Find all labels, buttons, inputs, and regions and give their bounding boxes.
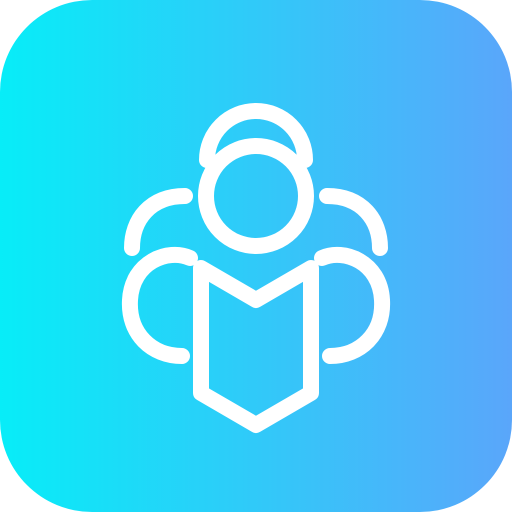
icon-background [0, 0, 512, 512]
app-icon-graphic [0, 0, 512, 512]
app-icon[interactable] [0, 0, 512, 512]
icon-stage [0, 0, 512, 512]
